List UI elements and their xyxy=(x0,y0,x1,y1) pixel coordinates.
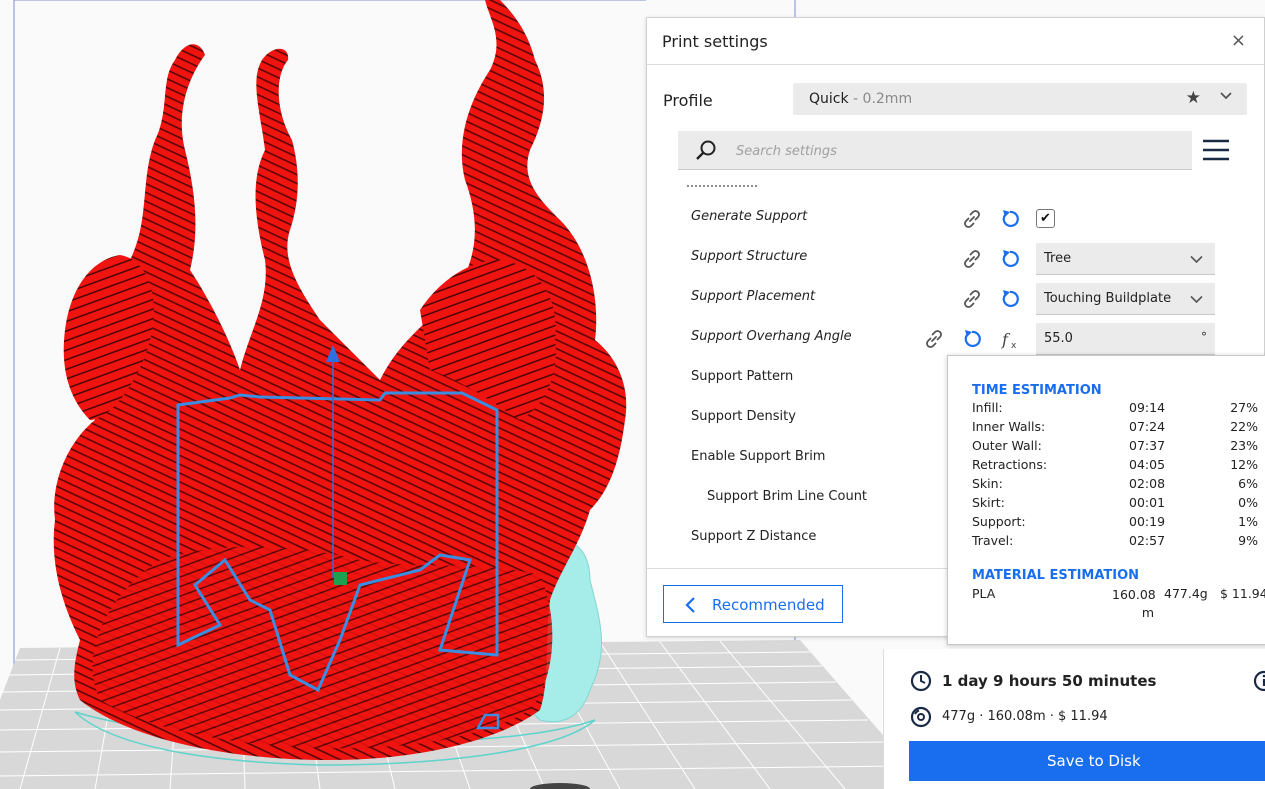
material-weight: 477.4g xyxy=(1164,586,1208,601)
profile-label: Profile xyxy=(663,91,713,110)
search-icon xyxy=(696,140,716,160)
chevron-down-icon xyxy=(1190,255,1203,264)
feature-time: 02:08 xyxy=(1129,476,1166,491)
setting-row-support-placement[interactable]: Support Placement Touching Buildplate xyxy=(647,278,1265,318)
reset-icon[interactable] xyxy=(999,288,1021,310)
close-icon[interactable]: × xyxy=(1231,30,1246,51)
feature-time: 09:14 xyxy=(1129,400,1166,415)
chevron-down-icon xyxy=(1190,295,1203,304)
estimation-tooltip: TIME ESTIMATION Infill: 09:14 27% Inner Wal… xyxy=(947,355,1265,645)
setting-label: Support Z Distance xyxy=(691,529,817,544)
setting-label: Generate Support xyxy=(691,209,808,224)
feature-time: 07:24 xyxy=(1129,419,1166,434)
generate-support-checkbox[interactable]: ✔ xyxy=(1036,209,1055,228)
feature-percent: 22% xyxy=(1230,419,1258,434)
setting-label: Enable Support Brim xyxy=(691,449,826,464)
clock-icon xyxy=(910,670,932,692)
feature-name: Retractions: xyxy=(972,457,1048,472)
profile-layer-height: - 0.2mm xyxy=(848,91,913,107)
setting-row-support-overhang-angle[interactable]: Support Overhang Angle f x 55.0 ° xyxy=(647,318,1265,358)
feature-name: Inner Walls: xyxy=(972,419,1046,434)
time-estimation-row: Travel: 02:57 9% xyxy=(972,533,1265,552)
material-name: PLA xyxy=(972,586,996,601)
time-estimation-row: Infill: 09:14 27% xyxy=(972,400,1265,419)
material-cost: $ 11.94 xyxy=(1220,586,1265,601)
search-input[interactable] xyxy=(734,138,1178,164)
link-icon[interactable] xyxy=(961,248,983,270)
info-icon[interactable] xyxy=(1253,670,1265,692)
feature-percent: 0% xyxy=(1238,495,1258,510)
feature-time: 02:57 xyxy=(1129,533,1166,548)
feature-name: Travel: xyxy=(972,533,1014,548)
material-summary: 477g · 160.08m · $ 11.94 xyxy=(942,709,1108,724)
setting-label: Support Pattern xyxy=(691,369,794,384)
star-icon[interactable]: ★ xyxy=(1186,88,1201,108)
feature-percent: 23% xyxy=(1230,438,1258,453)
unit-label: ° xyxy=(1201,330,1207,344)
time-estimation-row: Retractions: 04:05 12% xyxy=(972,457,1265,476)
feature-name: Outer Wall: xyxy=(972,438,1042,453)
feature-time: 00:19 xyxy=(1129,514,1166,529)
print-summary-panel: 1 day 9 hours 50 minutes 477g · 160.08m … xyxy=(883,649,1265,789)
link-icon[interactable] xyxy=(961,208,983,230)
time-estimation-row: Skin: 02:08 6% xyxy=(972,476,1265,495)
feature-percent: 12% xyxy=(1230,457,1258,472)
link-icon[interactable] xyxy=(923,328,945,350)
setting-row-generate-support[interactable]: Generate Support ✔ xyxy=(647,198,1265,238)
feature-name: Skirt: xyxy=(972,495,1005,510)
save-to-disk-label: Save to Disk xyxy=(1047,752,1141,770)
svg-text:f: f xyxy=(1001,330,1011,349)
print-time-estimate: 1 day 9 hours 50 minutes xyxy=(942,672,1157,690)
3d-model[interactable] xyxy=(53,0,627,760)
dropdown-value: Touching Buildplate xyxy=(1044,291,1172,306)
reset-icon[interactable] xyxy=(999,248,1021,270)
recommended-button[interactable]: Recommended xyxy=(663,585,843,623)
profile-name: Quick - 0.2mm xyxy=(809,91,913,107)
function-icon[interactable]: f x xyxy=(999,328,1021,350)
panel-header: Print settings × xyxy=(647,18,1264,65)
feature-name: Support: xyxy=(972,514,1026,529)
setting-label: Support Brim Line Count xyxy=(707,489,868,504)
reset-icon[interactable] xyxy=(961,328,983,350)
time-estimation-row: Inner Walls: 07:24 22% xyxy=(972,419,1265,438)
feature-time: 04:05 xyxy=(1129,457,1166,472)
save-to-disk-button[interactable]: Save to Disk xyxy=(909,741,1265,781)
chevron-down-icon[interactable] xyxy=(1219,89,1233,103)
spool-icon xyxy=(910,706,932,728)
setting-label: Support Structure xyxy=(691,249,808,264)
material-estimation-heading: MATERIAL ESTIMATION xyxy=(972,568,1140,583)
feature-percent: 27% xyxy=(1230,400,1258,415)
scrolled-row-edge xyxy=(687,185,757,190)
time-estimation-row: Support: 00:19 1% xyxy=(972,514,1265,533)
feature-time: 00:01 xyxy=(1129,495,1166,510)
feature-name: Infill: xyxy=(972,400,1003,415)
hamburger-menu-icon[interactable] xyxy=(1203,138,1229,162)
profile-dropdown[interactable]: Quick - 0.2mm ★ xyxy=(793,83,1247,115)
time-estimation-row: Outer Wall: 07:37 23% xyxy=(972,438,1265,457)
panel-title: Print settings xyxy=(662,32,768,51)
chevron-left-icon xyxy=(685,597,695,613)
search-box xyxy=(678,131,1192,170)
overhang-angle-input[interactable]: 55.0 ° xyxy=(1036,323,1215,355)
feature-time: 07:37 xyxy=(1129,438,1166,453)
feature-percent: 1% xyxy=(1238,514,1258,529)
setting-label: Support Overhang Angle xyxy=(691,329,852,344)
setting-row-support-structure[interactable]: Support Structure Tree xyxy=(647,238,1265,278)
material-length: 160.08 m xyxy=(1112,587,1156,620)
number-value: 55.0 xyxy=(1044,331,1073,346)
setting-label: Support Placement xyxy=(691,289,816,304)
support-structure-dropdown[interactable]: Tree xyxy=(1036,243,1215,275)
dropdown-value: Tree xyxy=(1044,251,1072,266)
link-icon[interactable] xyxy=(961,288,983,310)
reset-icon[interactable] xyxy=(999,208,1021,230)
feature-percent: 9% xyxy=(1238,533,1258,548)
feature-name: Skin: xyxy=(972,476,1003,491)
setting-label: Support Density xyxy=(691,409,796,424)
time-estimation-row: Skirt: 00:01 0% xyxy=(972,495,1265,514)
feature-percent: 6% xyxy=(1238,476,1258,491)
support-placement-dropdown[interactable]: Touching Buildplate xyxy=(1036,283,1215,315)
svg-text:x: x xyxy=(1011,341,1017,350)
recommended-label: Recommended xyxy=(712,596,825,614)
time-estimation-heading: TIME ESTIMATION xyxy=(972,383,1102,398)
